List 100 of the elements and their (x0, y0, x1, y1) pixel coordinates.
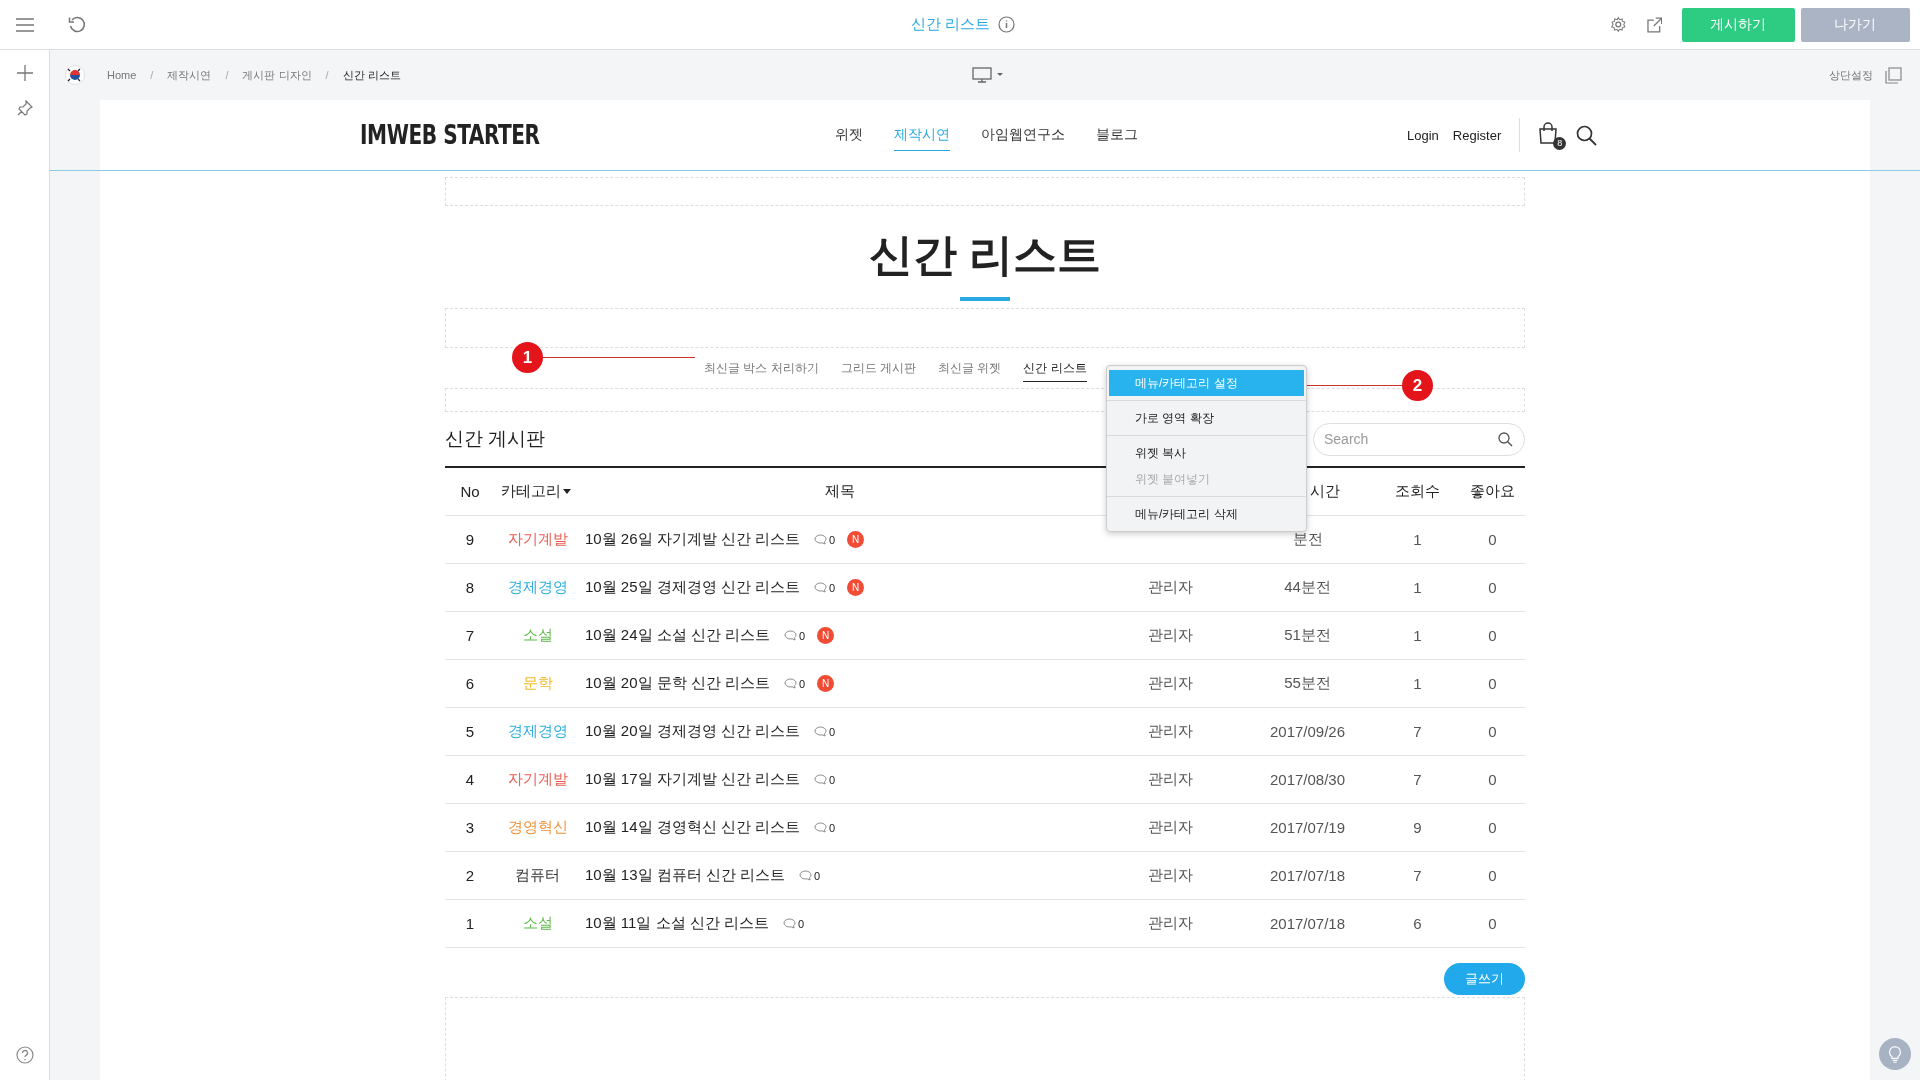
table-cell: 2017/07/18 (1269, 915, 1346, 932)
column-header: No (460, 483, 480, 500)
board-title: 신간 게시판 (445, 427, 546, 451)
post-title-link[interactable]: 10월 24일 소설 신간 리스트 (585, 626, 771, 645)
table-cell: 관리자 (1147, 722, 1193, 741)
table-cell: 4 (465, 771, 475, 788)
table-cell: 분전 (1292, 530, 1323, 549)
post-title-link[interactable]: 10월 11일 소설 신간 리스트 (585, 914, 769, 933)
category-tab[interactable]: 신간 리스트 (1023, 354, 1087, 382)
post-title-link[interactable]: 10월 20일 문학 신간 리스트 (585, 674, 771, 693)
table-cell: 관리자 (1147, 578, 1193, 597)
post-title-link[interactable]: 10월 14일 경영혁신 신간 리스트 (585, 818, 801, 837)
table-cell: 2017/08/30 (1269, 771, 1346, 788)
table-cell: 44분전 (1284, 578, 1331, 597)
plus-icon[interactable] (15, 64, 34, 82)
shopping-bag-icon[interactable] (1538, 122, 1559, 144)
breadcrumb-link[interactable]: 신간 리스트 (342, 67, 401, 83)
login-link[interactable]: Login (1407, 127, 1439, 143)
table-cell: 7 (465, 627, 475, 644)
table-cell: 1 (1413, 579, 1422, 596)
column-header: 시간 (1310, 482, 1340, 501)
table-cell: 0 (1488, 627, 1497, 644)
menu-item[interactable]: 가로 영역 확장 (1109, 405, 1304, 431)
lightbulb-icon (1888, 1045, 1902, 1063)
table-cell: 2 (465, 867, 475, 884)
comment-icon (814, 822, 828, 833)
caret-icon[interactable] (563, 489, 571, 494)
new-badge: N (817, 627, 835, 644)
column-header: 좋아요 (1470, 482, 1515, 501)
nav-link[interactable]: 위젯 (835, 119, 863, 151)
menu-item[interactable]: 위젯 복사 (1109, 440, 1304, 466)
comment-icon (814, 774, 828, 785)
table-cell: 관리자 (1147, 674, 1193, 693)
table-cell: 0 (1488, 819, 1497, 836)
table-cell: 관리자 (1147, 866, 1193, 885)
table-cell: 6 (465, 675, 475, 692)
table-cell: 7 (1413, 771, 1422, 788)
comment-count: 0 (829, 725, 836, 738)
table-cell: 0 (1488, 915, 1497, 932)
category-link[interactable]: 컴퓨터 (515, 866, 560, 885)
table-cell: 8 (465, 579, 475, 596)
comment-count: 0 (829, 581, 836, 594)
table-cell: 2017/07/19 (1269, 819, 1346, 836)
post-title-link[interactable]: 10월 20일 경제경영 신간 리스트 (585, 722, 801, 741)
table-cell: 0 (1488, 723, 1497, 740)
menu-item[interactable]: 메뉴/카테고리 삭제 (1109, 501, 1304, 527)
post-title-link[interactable]: 10월 26일 자기계발 신간 리스트 (585, 530, 801, 549)
table-cell: 7 (1413, 723, 1422, 740)
comment-icon (799, 870, 813, 881)
new-badge: N (817, 675, 835, 692)
top-settings-link[interactable]: 상단설정 (1829, 67, 1873, 83)
search-icon[interactable] (1498, 431, 1513, 447)
table-cell: 1 (1413, 627, 1422, 644)
comment-icon (782, 918, 796, 929)
table-cell: 0 (1488, 771, 1497, 788)
category-tab[interactable]: 최신글 위젯 (938, 354, 1002, 382)
search-icon[interactable] (1576, 124, 1598, 146)
table-cell: 관리자 (1147, 626, 1193, 645)
table-cell: 0 (1488, 867, 1497, 884)
table-cell: 51분전 (1284, 626, 1331, 645)
pin-icon[interactable] (16, 100, 33, 116)
undo-icon[interactable] (68, 15, 86, 34)
breadcrumb-link[interactable]: 게시판 디자인 (242, 67, 312, 83)
comment-icon (784, 630, 798, 641)
category-link[interactable]: 자기계발 (507, 530, 568, 549)
category-tab[interactable]: 그리드 게시판 (840, 354, 916, 382)
category-tab[interactable]: 최신글 박스 처리하기 (704, 354, 819, 382)
table-cell: 55분전 (1284, 674, 1331, 693)
menu-icon[interactable] (16, 17, 34, 32)
post-title-link[interactable]: 10월 25일 경제경영 신간 리스트 (585, 578, 801, 597)
post-title-link[interactable]: 10월 17일 자기계발 신간 리스트 (585, 770, 801, 789)
column-header: 제목 (825, 482, 855, 501)
nav-link[interactable]: 블로그 (1096, 119, 1138, 151)
table-cell: 5 (465, 723, 475, 740)
table-cell: 0 (1488, 579, 1497, 596)
new-badge: N (847, 579, 865, 596)
comment-count: 0 (829, 821, 836, 834)
site-logo[interactable]: IMWEB STARTER (360, 120, 540, 150)
breadcrumb-link[interactable]: Home (107, 69, 137, 81)
table-cell: 3 (465, 819, 475, 836)
annotation-marker: 1 (512, 342, 543, 373)
search-field[interactable]: Search (1313, 422, 1525, 456)
settings-icon[interactable] (1610, 16, 1627, 33)
post-title-link[interactable]: 10월 13일 컴퓨터 신간 리스트 (585, 866, 786, 885)
breadcrumb-link[interactable]: 제작시연 (167, 67, 212, 83)
flag-icon[interactable] (65, 65, 85, 85)
page-heading: 신간 리스트 (868, 229, 1102, 281)
comment-icon (814, 534, 828, 545)
help-icon[interactable] (15, 1046, 34, 1064)
cart-count-badge: 8 (1553, 137, 1567, 150)
monitor-icon[interactable] (972, 67, 1004, 83)
table-cell: 2017/09/26 (1269, 723, 1346, 740)
table-cell: 1 (1413, 675, 1422, 692)
register-link[interactable]: Register (1452, 127, 1502, 143)
nav-link[interactable]: 아임웹연구소 (981, 119, 1065, 151)
comment-icon (784, 678, 798, 689)
column-header: 조회수 (1395, 482, 1440, 501)
category-link[interactable]: 자기계발 (507, 770, 568, 789)
info-icon[interactable] (998, 16, 1016, 33)
external-link-icon[interactable] (1646, 16, 1663, 33)
